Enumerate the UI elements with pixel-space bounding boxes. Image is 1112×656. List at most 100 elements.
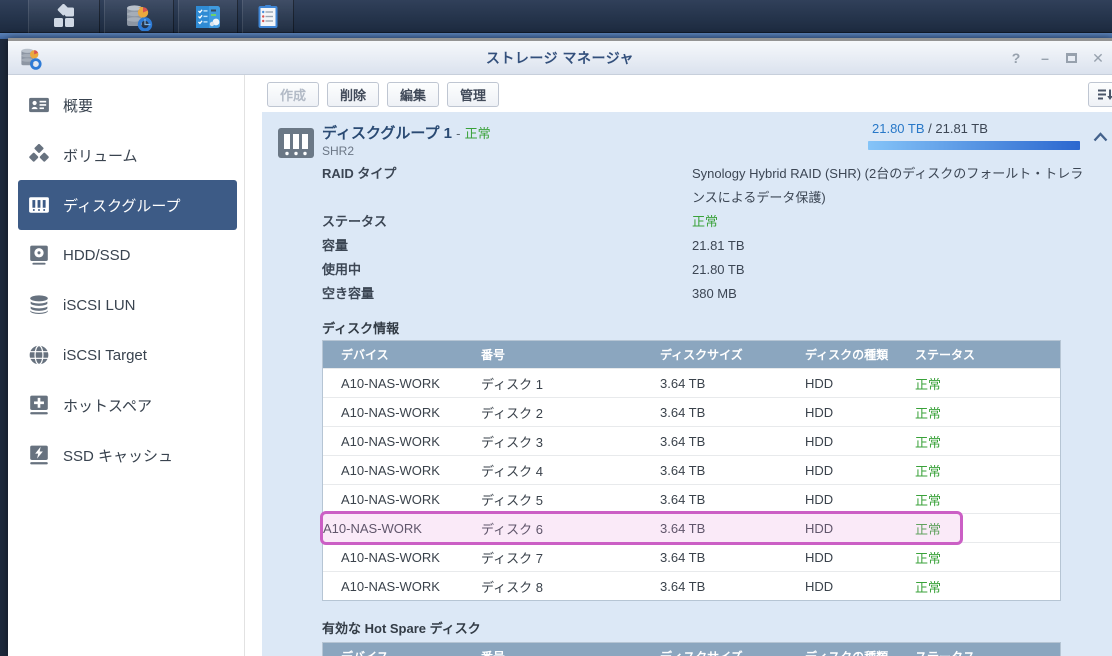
detail-value: 380 MB xyxy=(692,282,1090,306)
table-row[interactable]: A10-NAS-WORK ディスク 3 3.64 TB HDD 正常 xyxy=(323,426,1060,455)
cell-type: HDD xyxy=(805,492,915,507)
detail-list: RAID タイプ Synology Hybrid RAID (SHR) (2台の… xyxy=(322,162,1112,306)
window-title: ストレージ マネージャ xyxy=(8,48,1112,68)
detail-value: 正常 xyxy=(692,210,1090,234)
cell-status: 正常 xyxy=(915,374,1060,393)
group-raid-type: SHR2 xyxy=(322,144,354,158)
sidebar-item-label: SSD キャッシュ xyxy=(63,445,173,466)
cell-number: ディスク 5 xyxy=(481,490,660,509)
table-row[interactable]: A10-NAS-WORK ディスク 7 3.64 TB HDD 正常 xyxy=(323,542,1060,571)
col-type: ディスクの種類 xyxy=(805,648,915,656)
minimize-button[interactable]: – xyxy=(1037,50,1053,66)
hot-spare-icon xyxy=(28,394,50,416)
cell-device: A10-NAS-WORK xyxy=(323,434,481,449)
cell-status: 正常 xyxy=(915,403,1060,422)
taskbar-storage-manager-button[interactable] xyxy=(104,0,174,33)
detail-value: Synology Hybrid RAID (SHR) (2台のディスクのフォール… xyxy=(692,162,1090,210)
table-row[interactable]: A10-NAS-WORK ディスク 8 3.64 TB HDD 正常 xyxy=(323,571,1060,600)
usage-divider: / xyxy=(925,121,936,136)
cell-device: A10-NAS-WORK xyxy=(323,550,481,565)
col-status: ステータス xyxy=(915,648,1060,656)
detail-label: 空き容量 xyxy=(322,282,692,306)
disk-group-large-icon xyxy=(277,126,315,162)
log-center-icon xyxy=(257,4,279,30)
col-size: ディスクサイズ xyxy=(660,346,805,363)
cell-status: 正常 xyxy=(915,519,1060,538)
cell-type: HDD xyxy=(805,405,915,420)
detail-row: RAID タイプ Synology Hybrid RAID (SHR) (2台の… xyxy=(322,162,1112,210)
sidebar-item-disk-group[interactable]: ディスクグループ xyxy=(18,180,237,230)
taskbar-control-panel-button[interactable] xyxy=(178,0,238,33)
iscsi-target-icon xyxy=(28,344,50,366)
sidebar-item-ssd-cache[interactable]: SSD キャッシュ xyxy=(18,430,237,480)
cell-number: ディスク 8 xyxy=(481,577,660,596)
table-row[interactable]: A10-NAS-WORK ディスク 4 3.64 TB HDD 正常 xyxy=(323,455,1060,484)
cell-size: 3.64 TB xyxy=(660,492,805,507)
iscsi-lun-icon xyxy=(28,294,50,316)
table-row-highlighted[interactable]: A10-NAS-WORK ディスク 6 3.64 TB HDD 正常 xyxy=(323,513,1060,542)
col-device: デバイス xyxy=(323,346,481,363)
disk-table: デバイス 番号 ディスクサイズ ディスクの種類 ステータス A10-NAS-WO… xyxy=(322,340,1061,601)
group-status: 正常 xyxy=(465,126,491,141)
main-menu-button[interactable] xyxy=(28,0,100,33)
cell-status: 正常 xyxy=(915,432,1060,451)
delete-button[interactable]: 削除 xyxy=(327,82,379,107)
list-sort-icon xyxy=(1097,88,1112,102)
table-row[interactable]: A10-NAS-WORK ディスク 2 3.64 TB HDD 正常 xyxy=(323,397,1060,426)
cell-device: A10-NAS-WORK xyxy=(323,521,481,536)
cell-size: 3.64 TB xyxy=(660,579,805,594)
chevron-up-icon xyxy=(1093,132,1108,142)
sidebar-item-overview[interactable]: 概要 xyxy=(18,80,237,130)
col-number: 番号 xyxy=(481,346,660,363)
hot-spare-table-header: デバイス 番号 ディスクサイズ ディスクの種類 ステータス xyxy=(323,643,1060,656)
sidebar-item-iscsi-lun[interactable]: iSCSI LUN xyxy=(18,280,237,330)
detail-label: RAID タイプ xyxy=(322,162,692,210)
hot-spare-table: デバイス 番号 ディスクサイズ ディスクの種類 ステータス xyxy=(322,642,1061,656)
toolbar: 作成 削除 編集 管理 xyxy=(245,75,1112,112)
maximize-button[interactable] xyxy=(1066,53,1077,63)
usage-text: 21.80 TB / 21.81 TB xyxy=(872,121,988,136)
sidebar-item-hot-spare[interactable]: ホットスペア xyxy=(18,380,237,430)
cell-device: A10-NAS-WORK xyxy=(323,376,481,391)
sidebar-item-volume[interactable]: ボリューム xyxy=(18,130,237,180)
detail-value: 21.80 TB xyxy=(692,258,1090,282)
titlebar[interactable]: ストレージ マネージャ ? – ✕ xyxy=(8,41,1112,75)
cell-size: 3.64 TB xyxy=(660,405,805,420)
cell-number: ディスク 3 xyxy=(481,432,660,451)
sidebar-item-iscsi-target[interactable]: iSCSI Target xyxy=(18,330,237,380)
cell-device: A10-NAS-WORK xyxy=(323,405,481,420)
storage-manager-window: ストレージ マネージャ ? – ✕ 概要 ボリューム xyxy=(8,38,1112,656)
detail-label: 容量 xyxy=(322,234,692,258)
storage-manager-icon xyxy=(124,3,154,31)
cell-size: 3.64 TB xyxy=(660,434,805,449)
control-panel-icon xyxy=(195,5,221,29)
edit-button[interactable]: 編集 xyxy=(387,82,439,107)
view-options-button[interactable] xyxy=(1088,82,1112,107)
cell-device: A10-NAS-WORK xyxy=(323,492,481,507)
cell-type: HDD xyxy=(805,376,915,391)
usage-total: 21.81 TB xyxy=(935,121,988,136)
sidebar-item-label: iSCSI LUN xyxy=(63,297,136,314)
collapse-button[interactable] xyxy=(1093,129,1108,147)
close-button[interactable]: ✕ xyxy=(1090,50,1106,66)
help-button[interactable]: ? xyxy=(1008,50,1024,66)
taskbar xyxy=(0,0,1112,33)
cell-status: 正常 xyxy=(915,577,1060,596)
table-row[interactable]: A10-NAS-WORK ディスク 5 3.64 TB HDD 正常 xyxy=(323,484,1060,513)
sidebar-item-label: 概要 xyxy=(63,95,93,116)
cell-number: ディスク 6 xyxy=(481,519,660,538)
cell-status: 正常 xyxy=(915,490,1060,509)
sidebar-item-hdd-ssd[interactable]: HDD/SSD xyxy=(18,230,237,280)
create-button[interactable]: 作成 xyxy=(267,82,319,107)
table-row[interactable]: A10-NAS-WORK ディスク 1 3.64 TB HDD 正常 xyxy=(323,368,1060,397)
usage-bar xyxy=(868,141,1080,150)
sidebar-item-label: ボリューム xyxy=(63,145,138,166)
manage-button[interactable]: 管理 xyxy=(447,82,499,107)
taskbar-log-center-button[interactable] xyxy=(242,0,294,33)
detail-label: 使用中 xyxy=(322,258,692,282)
usage-bar-fill xyxy=(868,141,1080,150)
cell-type: HDD xyxy=(805,434,915,449)
cell-device: A10-NAS-WORK xyxy=(323,463,481,478)
cell-number: ディスク 4 xyxy=(481,461,660,480)
detail-row: 使用中 21.80 TB xyxy=(322,258,1112,282)
